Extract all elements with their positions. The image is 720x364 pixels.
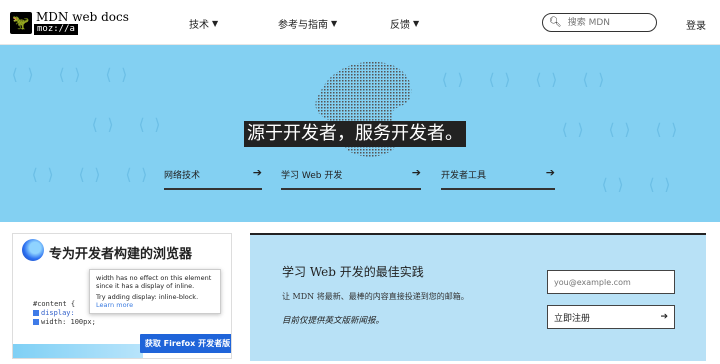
checkbox-icon bbox=[33, 319, 39, 325]
caret-down-icon: ▼ bbox=[413, 19, 420, 28]
caret-down-icon: ▼ bbox=[331, 19, 338, 28]
hero-banner: ⟨⟩ ⟨⟩ ⟨⟩ ⟨⟩ ⟨⟩ ⟨⟩ ⟨⟩ ⟨⟩ ⟨⟩ ⟨⟩ ⟨⟩ ⟨⟩ ⟨⟩ ⟨… bbox=[0, 45, 720, 222]
web-technologies-link[interactable]: 网络技术 ➔ bbox=[164, 166, 262, 190]
search-box[interactable]: 🔍︎ bbox=[542, 13, 657, 32]
dino-icon: 🦖 bbox=[10, 12, 32, 34]
login-link[interactable]: 登录 bbox=[686, 17, 706, 32]
checkbox-icon bbox=[33, 310, 39, 316]
search-icon: 🔍︎ bbox=[549, 17, 562, 28]
newsletter-note: 目前仅提供英文版新闻报。 bbox=[282, 316, 385, 326]
site-header: 🦖 MDN web docs moz://a 技术 ▼ 参考与指南 ▼ 反馈 ▼ 🔍︎… bbox=[0, 0, 720, 45]
mdn-logo[interactable]: 🦖 MDN web docs moz://a bbox=[10, 11, 131, 35]
devtools-code-snippet: #content { display: width: 100px; bbox=[33, 300, 96, 326]
arrow-right-icon: ➔ bbox=[411, 166, 421, 179]
newsletter-description: 让 MDN 将最新、最棒的内容直接投递到您的邮箱。 bbox=[282, 292, 469, 301]
learn-web-dev-link[interactable]: 学习 Web 开发 ➔ bbox=[281, 166, 421, 190]
hero-slogan: 源于开发者，服务开发者。 bbox=[244, 121, 466, 147]
arrow-right-icon: ➔ bbox=[545, 166, 555, 179]
newsletter-title: 学习 Web 开发的最佳实践 bbox=[282, 265, 424, 279]
get-firefox-dev-button[interactable]: 获取 Firefox 开发者版 bbox=[140, 334, 231, 353]
firefox-dev-ad[interactable]: 专为开发者构建的浏览器 #content { display: width: 1… bbox=[12, 233, 232, 359]
arrow-right-icon: ➔ bbox=[252, 166, 262, 179]
ad-title: 专为开发者构建的浏览器 bbox=[49, 247, 193, 262]
logo-title: MDN web docs bbox=[34, 10, 131, 24]
nav-references-guides[interactable]: 参考与指南 ▼ bbox=[278, 16, 337, 31]
mozilla-wordmark: moz://a bbox=[34, 24, 78, 35]
newsletter-section: 学习 Web 开发的最佳实践 让 MDN 将最新、最棒的内容直接投递到您的邮箱。… bbox=[250, 233, 706, 361]
learn-more-link[interactable]: Learn more bbox=[96, 301, 214, 309]
nav-technologies[interactable]: 技术 ▼ bbox=[189, 16, 218, 31]
email-field[interactable] bbox=[547, 270, 675, 294]
nav-feedback[interactable]: 反馈 ▼ bbox=[390, 16, 419, 31]
caret-down-icon: ▼ bbox=[212, 19, 219, 28]
signup-button[interactable]: 立即注册 ➔ bbox=[547, 305, 675, 329]
arrow-right-icon: ➔ bbox=[660, 312, 668, 322]
search-input[interactable] bbox=[565, 16, 655, 29]
firefox-icon bbox=[22, 239, 44, 261]
developer-tools-link[interactable]: 开发者工具 ➔ bbox=[441, 166, 555, 190]
devtools-tooltip: width has no effect on this element sinc… bbox=[89, 269, 221, 314]
